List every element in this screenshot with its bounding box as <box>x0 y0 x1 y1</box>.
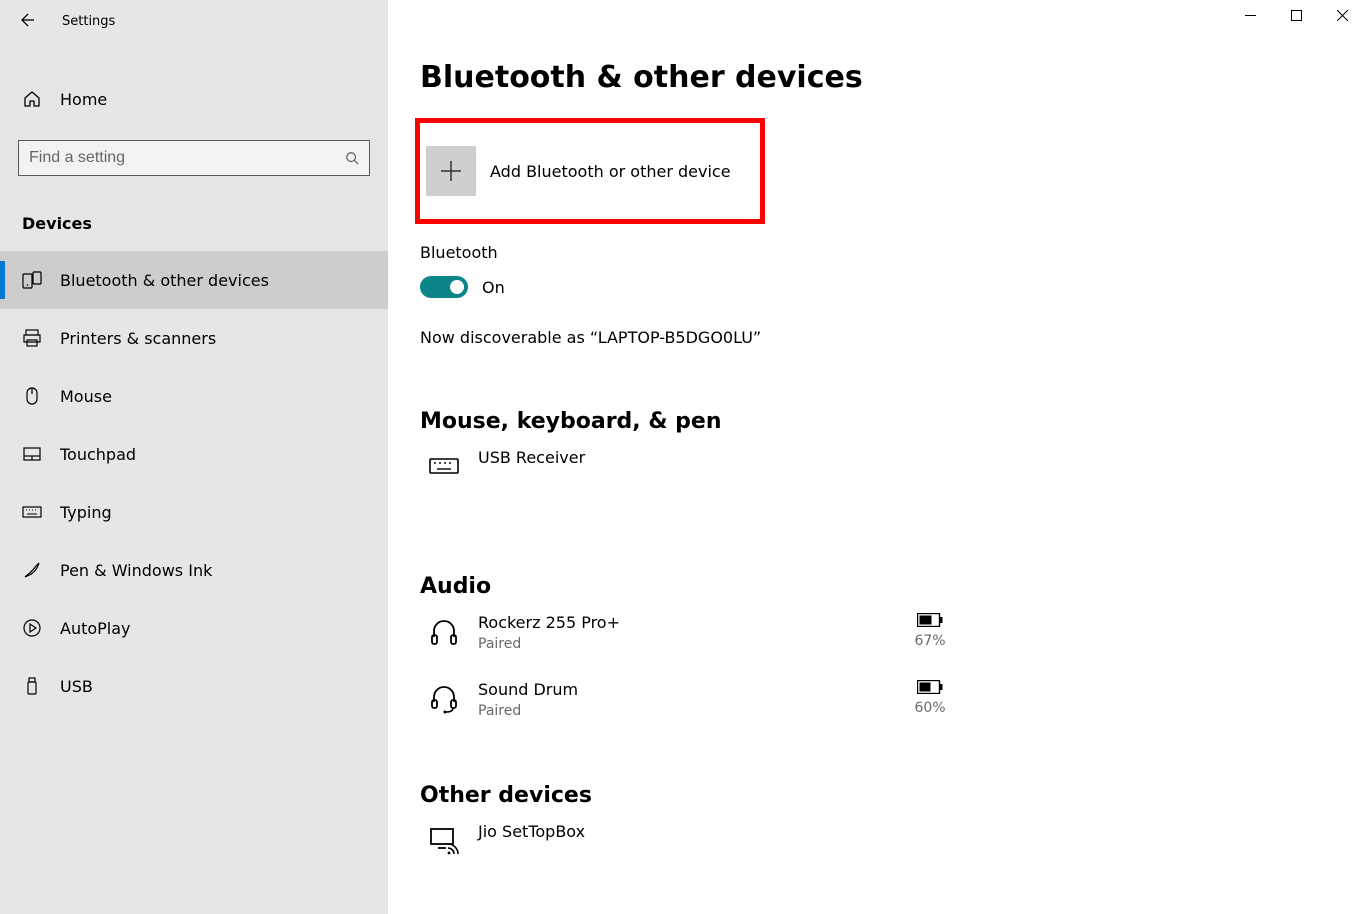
add-device-button[interactable]: Add Bluetooth or other device <box>420 123 760 219</box>
pen-icon <box>22 560 42 580</box>
sidebar: Settings Home Devices Bluetooth & other … <box>0 0 388 914</box>
autoplay-icon <box>22 618 42 638</box>
bluetooth-toggle[interactable] <box>420 276 468 298</box>
bluetooth-label: Bluetooth <box>420 243 1365 262</box>
close-button[interactable] <box>1319 0 1365 30</box>
search-box[interactable] <box>18 140 370 176</box>
battery-indicator: 60% <box>910 680 950 716</box>
back-arrow-icon[interactable] <box>18 12 36 30</box>
search-input[interactable] <box>29 149 345 167</box>
minimize-button[interactable] <box>1227 0 1273 30</box>
main-content: Bluetooth & other devices Add Bluetooth … <box>388 0 1365 914</box>
device-name: Rockerz 255 Pro+ <box>478 613 910 632</box>
battery-percent: 60% <box>910 700 950 716</box>
home-label: Home <box>60 90 107 109</box>
device-row[interactable]: Sound Drum Paired 60% <box>420 666 960 733</box>
battery-percent: 67% <box>910 633 950 649</box>
device-name: USB Receiver <box>478 448 950 467</box>
keyboard-device-icon <box>428 450 460 482</box>
nav-item-label: Typing <box>60 503 112 522</box>
nav-item-touchpad[interactable]: Touchpad <box>0 425 388 483</box>
plus-icon <box>426 146 476 196</box>
battery-indicator: 67% <box>910 613 950 649</box>
touchpad-icon <box>22 444 42 464</box>
nav-item-label: AutoPlay <box>60 619 131 638</box>
device-status: Paired <box>478 703 910 719</box>
bluetooth-toggle-row: On <box>420 276 1365 298</box>
screen-cast-icon <box>428 824 460 856</box>
titlebar: Settings <box>0 0 388 42</box>
mouse-icon <box>22 386 42 406</box>
window-controls <box>1227 0 1365 30</box>
bluetooth-state-text: On <box>482 278 505 297</box>
discoverable-text: Now discoverable as “LAPTOP-B5DGO0LU” <box>420 328 1365 347</box>
device-row[interactable]: Jio SetTopBox <box>420 808 960 870</box>
maximize-button[interactable] <box>1273 0 1319 30</box>
keyboard-icon <box>22 502 42 522</box>
section-heading-mkb: Mouse, keyboard, & pen <box>420 409 1365 434</box>
usb-icon <box>22 676 42 696</box>
page-title: Bluetooth & other devices <box>420 60 1365 95</box>
nav-item-printers[interactable]: Printers & scanners <box>0 309 388 367</box>
nav-item-label: Touchpad <box>60 445 136 464</box>
home-icon <box>22 89 42 109</box>
nav-item-label: Pen & Windows Ink <box>60 561 212 580</box>
nav-item-pen[interactable]: Pen & Windows Ink <box>0 541 388 599</box>
home-nav[interactable]: Home <box>0 70 388 128</box>
nav-item-label: USB <box>60 677 93 696</box>
nav-item-bluetooth[interactable]: Bluetooth & other devices <box>0 251 388 309</box>
printer-icon <box>22 328 42 348</box>
device-name: Sound Drum <box>478 680 910 699</box>
bluetooth-devices-icon <box>22 270 42 290</box>
section-heading-other: Other devices <box>420 783 1365 808</box>
headphones-icon <box>428 615 460 647</box>
nav-item-autoplay[interactable]: AutoPlay <box>0 599 388 657</box>
headset-icon <box>428 682 460 714</box>
app-title: Settings <box>62 14 115 29</box>
search-icon <box>345 151 359 165</box>
device-name: Jio SetTopBox <box>478 822 950 841</box>
nav-item-label: Printers & scanners <box>60 329 216 348</box>
category-label: Devices <box>22 214 388 233</box>
device-status: Paired <box>478 636 910 652</box>
device-row[interactable]: USB Receiver <box>420 434 960 496</box>
nav-item-label: Mouse <box>60 387 112 406</box>
nav-item-typing[interactable]: Typing <box>0 483 388 541</box>
nav-item-usb[interactable]: USB <box>0 657 388 715</box>
nav-item-label: Bluetooth & other devices <box>60 271 269 290</box>
device-row[interactable]: Rockerz 255 Pro+ Paired 67% <box>420 599 960 666</box>
nav-item-mouse[interactable]: Mouse <box>0 367 388 425</box>
add-device-label: Add Bluetooth or other device <box>490 162 731 181</box>
section-heading-audio: Audio <box>420 574 1365 599</box>
